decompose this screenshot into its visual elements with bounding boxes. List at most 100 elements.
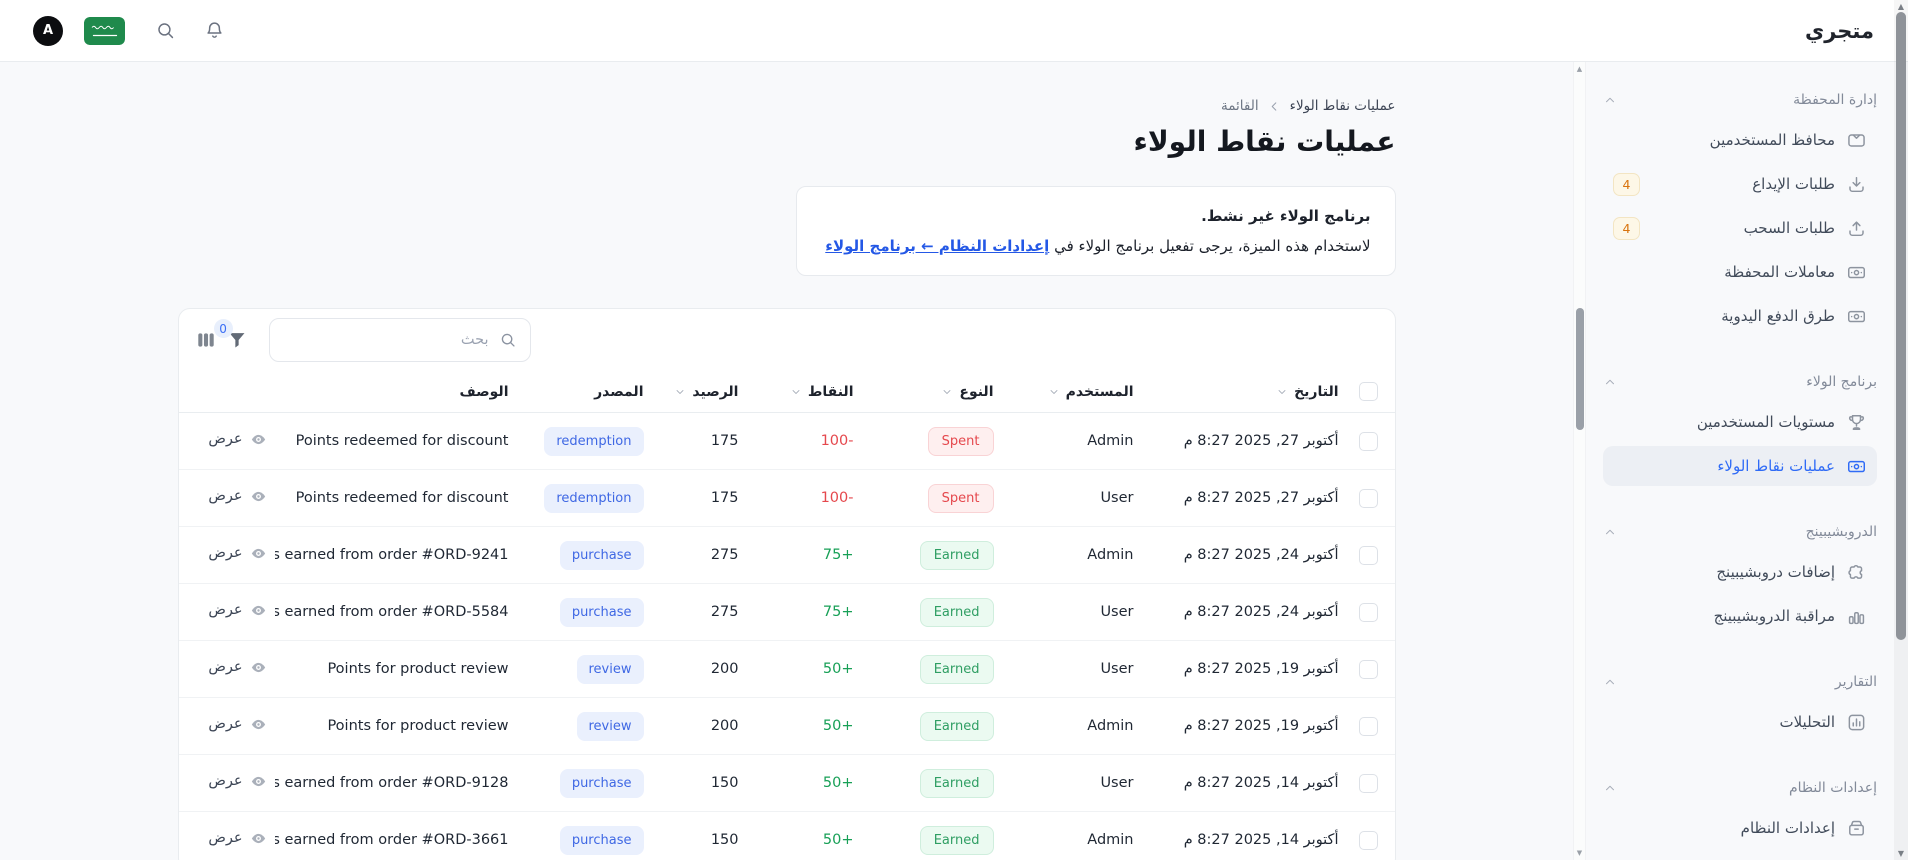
cell-user: User xyxy=(1001,640,1142,698)
scroll-down-arrow-icon[interactable]: ▼ xyxy=(1574,849,1585,857)
sidebar-item-label: طلبات السحب xyxy=(1743,219,1835,237)
search-icon[interactable] xyxy=(155,20,176,41)
table-header-row: التاريخ المستخدم النوع النقاط الرصيد المصدر ال… xyxy=(178,371,1395,413)
sidebar-section-header[interactable]: التقارير xyxy=(1603,670,1877,694)
sidebar-item[interactable]: معاملات المحفظة xyxy=(1603,252,1877,292)
cell-user: Admin xyxy=(1087,433,1134,449)
system-settings-icon xyxy=(1846,818,1867,839)
sidebar-section-header[interactable]: إعدادات النظام xyxy=(1603,776,1877,800)
view-button[interactable]: عرض xyxy=(208,602,266,619)
eye-icon xyxy=(250,602,267,619)
search-input[interactable] xyxy=(282,332,489,348)
view-button[interactable]: عرض xyxy=(208,716,266,733)
type-badge: Spent xyxy=(927,426,994,456)
view-button[interactable]: عرض xyxy=(208,488,266,505)
main-content: عمليات نقاط الولاء القائمة عمليات نقاط ا… xyxy=(0,62,1573,860)
column-header-description[interactable]: الوصف xyxy=(274,371,517,413)
row-checkbox[interactable] xyxy=(1358,545,1378,565)
view-button-label: عرض xyxy=(208,716,243,732)
sidebar-item-label: مراقبة الدروبشيبينج xyxy=(1713,607,1835,625)
cell-date: أكتوبر 27, 2025 8:27 م xyxy=(1141,469,1347,527)
cell-description: Points for product review xyxy=(274,697,517,755)
sidebar-item[interactable]: محافظ المستخدمين xyxy=(1603,120,1877,160)
notifications-bell-icon[interactable] xyxy=(204,20,225,41)
scroll-up-arrow-icon[interactable]: ▲ xyxy=(1574,65,1585,73)
table-row: أكتوبر 27, 2025 8:27 م Admin Spent -100 175 r… xyxy=(179,413,1395,470)
columns-button[interactable] xyxy=(195,329,217,351)
view-button[interactable]: عرض xyxy=(208,830,266,847)
view-button[interactable]: عرض xyxy=(208,431,266,448)
column-header-user[interactable]: المستخدم xyxy=(1001,371,1142,413)
sidebar-section: إعدادات النظام إعدادات النظام xyxy=(1603,776,1877,848)
breadcrumb: عمليات نقاط الولاء القائمة xyxy=(178,98,1396,114)
type-badge: Earned xyxy=(919,654,994,684)
view-button[interactable]: عرض xyxy=(208,545,266,562)
sidebar-item[interactable]: طلبات السحب 4 xyxy=(1603,208,1877,248)
sidebar-item[interactable]: إضافات دروبشيبينج xyxy=(1603,552,1877,592)
topbar-icons: A xyxy=(33,15,225,46)
view-button-label: عرض xyxy=(208,545,243,561)
row-checkbox[interactable] xyxy=(1358,488,1378,508)
scroll-down-arrow-icon[interactable]: ▼ xyxy=(1894,849,1908,858)
filter-button[interactable]: 0 xyxy=(213,319,248,351)
column-header-balance[interactable]: الرصيد xyxy=(651,371,747,413)
cell-points: +50 xyxy=(822,661,854,677)
view-button-label: عرض xyxy=(208,602,243,618)
banknote-icon xyxy=(1846,306,1867,327)
chevron-up-icon xyxy=(1603,675,1617,689)
eye-icon xyxy=(250,773,267,790)
cell-user: User xyxy=(1001,754,1142,812)
column-header-points[interactable]: النقاط xyxy=(746,371,862,413)
sidebar-section-header[interactable]: إدارة المحفظة xyxy=(1603,88,1877,112)
row-checkbox[interactable] xyxy=(1358,602,1378,622)
view-button[interactable]: عرض xyxy=(208,659,266,676)
topbar: متجري A xyxy=(0,0,1908,62)
row-checkbox[interactable] xyxy=(1358,431,1378,451)
column-header-source[interactable]: المصدر xyxy=(516,371,652,413)
type-badge: Earned xyxy=(919,825,994,855)
sidebar-item[interactable]: طرق الدفع اليدوية xyxy=(1603,296,1877,336)
chevron-up-icon xyxy=(1603,93,1617,107)
source-badge: purchase xyxy=(559,825,644,855)
cell-date: أكتوبر 14, 2025 8:27 م xyxy=(1141,754,1347,812)
user-avatar[interactable]: A xyxy=(33,15,63,46)
view-button[interactable]: عرض xyxy=(208,773,266,790)
cell-date: أكتوبر 24, 2025 8:27 م xyxy=(1141,526,1347,584)
sidebar-item[interactable]: مستويات المستخدمين xyxy=(1603,402,1877,442)
select-all-checkbox[interactable] xyxy=(1358,382,1378,401)
cell-points: -100 xyxy=(820,433,854,449)
cell-description: Points redeemed for discount xyxy=(295,433,509,449)
cell-user: Admin xyxy=(1001,697,1142,755)
content-scrollbar-thumb[interactable] xyxy=(1576,308,1584,430)
row-checkbox[interactable] xyxy=(1358,773,1378,793)
sidebar-section-title: الدروبشيبينج xyxy=(1805,524,1877,540)
sidebar-item[interactable]: إعدادات النظام xyxy=(1603,808,1877,848)
cell-user: User xyxy=(1001,469,1142,527)
sidebar-item[interactable]: عمليات نقاط الولاء xyxy=(1603,446,1877,486)
sidebar-item[interactable]: طلبات الإيداع 4 xyxy=(1603,164,1877,204)
sidebar-section-title: إدارة المحفظة xyxy=(1793,92,1877,108)
table-body: أكتوبر 27, 2025 8:27 م Admin Spent -100 175 r… xyxy=(178,413,1395,860)
sidebar-item[interactable]: التحليلات xyxy=(1603,702,1877,742)
breadcrumb-parent[interactable]: القائمة xyxy=(1221,98,1259,114)
row-checkbox[interactable] xyxy=(1358,830,1378,850)
transactions-table-card: 0 التاريخالمستخدمالنوعالنقاطالرصيدالمصدر… xyxy=(177,308,1396,860)
sidebar-section-header[interactable]: برنامج الولاء xyxy=(1603,370,1877,394)
language-flag-button[interactable] xyxy=(84,16,125,45)
loyalty-settings-link[interactable]: إعدادات النظام ← برنامج الولاء xyxy=(825,237,1049,255)
column-header-date[interactable]: التاريخ xyxy=(1141,371,1347,413)
scroll-up-arrow-icon[interactable]: ▲ xyxy=(1894,2,1908,11)
sidebar-section-title: برنامج الولاء xyxy=(1806,374,1877,390)
sidebar-item[interactable]: مراقبة الدروبشيبينج xyxy=(1603,596,1877,636)
bar-chart-icon xyxy=(1846,606,1867,627)
sidebar-section-header[interactable]: الدروبشيبينج xyxy=(1603,520,1877,544)
row-checkbox[interactable] xyxy=(1358,659,1378,679)
page-scrollbar-thumb[interactable] xyxy=(1896,12,1906,640)
eye-icon xyxy=(250,830,267,847)
column-header-type[interactable]: النوع xyxy=(861,371,1002,413)
type-badge: Earned xyxy=(919,711,994,741)
chevron-up-icon xyxy=(1603,375,1617,389)
count-badge: 4 xyxy=(1613,216,1640,240)
view-button-label: عرض xyxy=(208,830,243,847)
row-checkbox[interactable] xyxy=(1358,716,1378,736)
